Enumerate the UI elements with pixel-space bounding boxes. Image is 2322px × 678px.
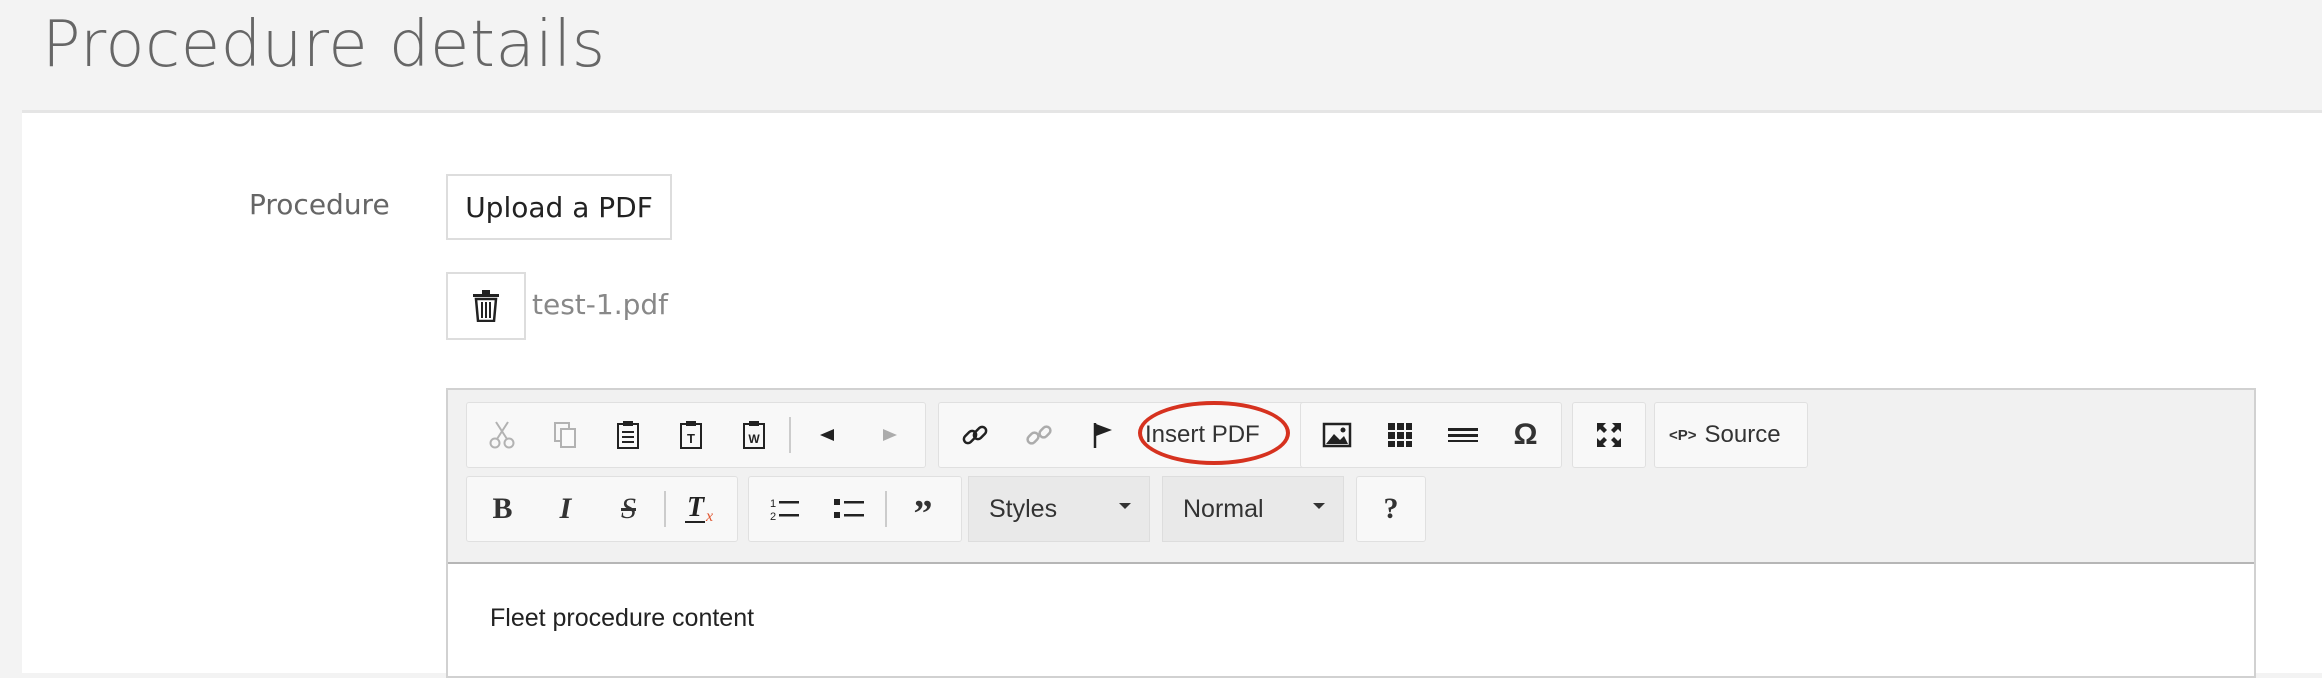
paste-word-icon: W bbox=[742, 421, 766, 449]
format-value: Normal bbox=[1183, 494, 1264, 523]
maximize-icon bbox=[1596, 422, 1622, 448]
styles-dropdown[interactable]: Styles bbox=[968, 476, 1150, 542]
insert-pdf-highlight bbox=[1138, 401, 1290, 465]
bold-button[interactable]: B bbox=[471, 478, 534, 540]
help-button[interactable]: ? bbox=[1361, 478, 1421, 540]
italic-icon: I bbox=[559, 492, 572, 525]
paste-button[interactable] bbox=[597, 404, 660, 466]
clipboard-icon bbox=[616, 421, 640, 449]
paste-from-word-button[interactable]: W bbox=[722, 404, 785, 466]
delete-file-button[interactable] bbox=[446, 272, 526, 340]
maximize-button[interactable] bbox=[1577, 404, 1641, 466]
view-group bbox=[1572, 402, 1646, 468]
flag-icon bbox=[1091, 421, 1115, 449]
scissors-icon bbox=[489, 421, 515, 449]
source-tag-icon: <P> bbox=[1669, 426, 1697, 444]
special-char-button[interactable]: Ω bbox=[1494, 404, 1557, 466]
rich-text-editor: T W Insert PDF Ω <P> Source B I S T x 1 … bbox=[446, 388, 2256, 678]
editor-toolbar: T W Insert PDF Ω <P> Source B I S T x 1 … bbox=[448, 390, 2254, 564]
svg-text:W: W bbox=[748, 432, 760, 446]
undo-icon bbox=[818, 427, 836, 443]
editor-content[interactable]: Fleet procedure content bbox=[490, 604, 754, 633]
svg-text:T: T bbox=[687, 431, 695, 446]
source-label: Source bbox=[1704, 421, 1781, 448]
chevron-down-icon bbox=[1119, 503, 1131, 509]
strikethrough-icon: S bbox=[621, 492, 636, 525]
source-group: <P> Source bbox=[1654, 402, 1808, 468]
help-label: ? bbox=[1383, 492, 1399, 525]
svg-text:1: 1 bbox=[770, 498, 776, 510]
copy-icon bbox=[553, 421, 577, 449]
toolbar-separator bbox=[789, 417, 792, 453]
help-group: ? bbox=[1356, 476, 1426, 542]
copy-button[interactable] bbox=[534, 404, 597, 466]
anchor-button[interactable] bbox=[1071, 404, 1135, 466]
remove-format-button[interactable]: Tx bbox=[670, 478, 733, 540]
horizontal-line-icon bbox=[1447, 425, 1478, 445]
cut-button[interactable] bbox=[471, 404, 534, 466]
basic-styles-group: B I S Tx bbox=[466, 476, 738, 542]
svg-text:2: 2 bbox=[770, 511, 776, 522]
numbered-list-icon: 12 bbox=[769, 496, 801, 522]
undo-button[interactable] bbox=[795, 404, 858, 466]
clipboard-group: T W bbox=[466, 402, 926, 468]
trash-icon bbox=[472, 290, 500, 322]
page-title: Procedure details bbox=[42, 8, 606, 82]
table-icon bbox=[1387, 422, 1413, 448]
bold-icon: B bbox=[492, 492, 513, 525]
insert-group: Ω bbox=[1300, 402, 1562, 468]
image-icon bbox=[1322, 422, 1352, 448]
image-button[interactable] bbox=[1305, 404, 1368, 466]
bulleted-list-icon bbox=[833, 496, 865, 522]
horizontal-line-button[interactable] bbox=[1431, 404, 1494, 466]
toolbar-separator bbox=[885, 491, 887, 527]
redo-icon bbox=[881, 427, 899, 443]
upload-pdf-button[interactable]: Upload a PDF bbox=[446, 174, 672, 240]
numbered-list-button[interactable]: 12 bbox=[753, 478, 817, 540]
svg-text:T: T bbox=[687, 494, 706, 523]
procedure-label: Procedure bbox=[249, 188, 390, 221]
italic-button[interactable]: I bbox=[534, 478, 597, 540]
paste-text-button[interactable]: T bbox=[660, 404, 723, 466]
table-button[interactable] bbox=[1368, 404, 1431, 466]
source-button[interactable]: <P> Source bbox=[1659, 404, 1791, 466]
format-dropdown[interactable]: Normal bbox=[1162, 476, 1344, 542]
styles-value: Styles bbox=[989, 494, 1058, 523]
file-name: test-1.pdf bbox=[532, 288, 668, 321]
list-group: 12 ” bbox=[748, 476, 962, 542]
svg-text:x: x bbox=[705, 508, 713, 524]
unlink-button[interactable] bbox=[1007, 404, 1071, 466]
paste-text-icon: T bbox=[679, 421, 703, 449]
omega-icon: Ω bbox=[1513, 418, 1538, 451]
strikethrough-button[interactable]: S bbox=[597, 478, 660, 540]
unlink-icon bbox=[1025, 421, 1053, 449]
quote-icon: ” bbox=[913, 493, 933, 535]
chevron-down-icon bbox=[1313, 503, 1325, 509]
link-icon bbox=[961, 421, 989, 449]
link-button[interactable] bbox=[943, 404, 1007, 466]
bulleted-list-button[interactable] bbox=[817, 478, 881, 540]
toolbar-separator bbox=[664, 491, 666, 527]
blockquote-button[interactable]: ” bbox=[891, 478, 955, 540]
redo-button[interactable] bbox=[858, 404, 921, 466]
remove-format-icon: Tx bbox=[685, 494, 717, 524]
